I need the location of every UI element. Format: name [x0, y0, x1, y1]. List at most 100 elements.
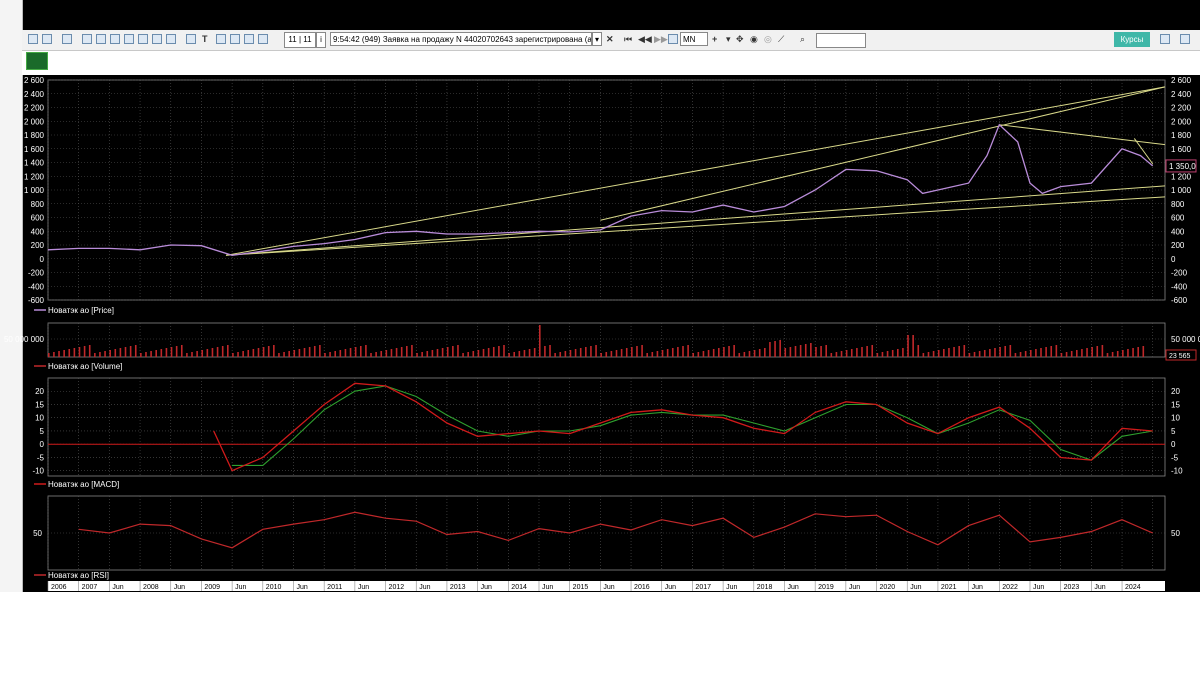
volume-bar — [216, 347, 219, 357]
volume-bar — [554, 353, 556, 357]
volume-bar — [564, 351, 567, 357]
rsi-line — [78, 511, 1153, 549]
volume-bar — [886, 351, 889, 357]
x-axis-label: Jun — [419, 584, 430, 591]
volume-bar — [1060, 353, 1063, 357]
volume-bar — [411, 345, 413, 357]
volume-bar — [406, 346, 408, 357]
rsi-ytick-left: 50 — [33, 529, 42, 538]
volume-bar — [753, 350, 756, 357]
volume-bar — [288, 351, 290, 357]
volume-bar — [329, 352, 331, 357]
volume-bar — [656, 351, 659, 357]
price-legend: Новатэк ао [Price] — [48, 306, 114, 315]
macd-ytick-left: 20 — [35, 387, 44, 396]
volume-bar — [73, 348, 76, 357]
volume-bar — [861, 347, 863, 357]
price-ytick-left: -600 — [28, 296, 45, 305]
volume-bar — [963, 345, 966, 357]
volume-last-value: 23 565 — [1169, 353, 1191, 360]
volume-bar — [395, 348, 398, 357]
volume-bar — [416, 353, 418, 357]
volume-bar — [68, 349, 71, 357]
volume-bar — [671, 348, 674, 357]
volume-bar — [252, 349, 255, 357]
price-ytick-right: 2 200 — [1171, 104, 1192, 113]
volume-bar — [1045, 347, 1047, 357]
volume-bar — [799, 345, 802, 357]
volume-bar — [789, 347, 792, 357]
rsi-ytick-right: 50 — [1171, 529, 1180, 538]
volume-bar — [1127, 349, 1129, 357]
volume-bar — [661, 350, 664, 357]
volume-bar — [278, 353, 280, 357]
volume-bar — [1106, 353, 1109, 357]
volume-bar — [871, 345, 874, 357]
volume-bar — [313, 346, 316, 357]
x-axis-label: Jun — [972, 584, 983, 591]
macd-ytick-left: 5 — [40, 427, 45, 436]
volume-bar — [595, 345, 597, 357]
price-ytick-left: 400 — [31, 227, 45, 236]
volume-bar — [109, 350, 111, 357]
volume-bar — [114, 349, 117, 357]
volume-bar — [948, 348, 950, 357]
volume-bar — [58, 351, 60, 357]
volume-bar — [53, 352, 55, 357]
volume-bar — [1040, 348, 1042, 357]
volume-bar — [441, 348, 444, 357]
volume-bar — [487, 348, 490, 357]
volume-bar — [431, 350, 434, 357]
volume-bar — [845, 350, 848, 357]
volume-bar — [692, 353, 695, 357]
x-axis-label: 2024 — [1125, 584, 1141, 591]
volume-bar — [426, 351, 429, 357]
volume-bar — [436, 349, 439, 357]
volume-bar — [830, 353, 833, 357]
volume-bar — [1076, 350, 1078, 357]
volume-bar — [779, 340, 781, 357]
volume-bar — [585, 347, 587, 357]
x-axis-label: 2011 — [327, 584, 342, 591]
volume-bar — [298, 349, 301, 357]
volume-bar — [712, 349, 715, 357]
volume-bar — [835, 352, 838, 357]
x-axis-label: Jun — [726, 584, 737, 591]
volume-bar — [365, 345, 367, 357]
volume-bar — [1137, 347, 1139, 357]
volume-bar — [978, 351, 981, 357]
volume-bar — [1055, 345, 1058, 357]
volume-bar — [937, 350, 940, 357]
price-ytick-right: 400 — [1171, 227, 1185, 236]
macd-ytick-left: 10 — [35, 414, 44, 423]
volume-bar — [912, 335, 914, 357]
volume-bar — [1024, 351, 1027, 357]
stock-chart[interactable]: 2 600 2 600 2 400 2 400 2 200 2 200 2 000 2 000… — [0, 0, 1200, 592]
macd-ytick-left: 15 — [35, 400, 44, 409]
volume-bar — [134, 345, 137, 357]
volume-bar — [579, 348, 582, 357]
volume-bar — [1101, 345, 1104, 357]
volume-bar — [508, 353, 510, 357]
x-axis-label: 2008 — [143, 584, 159, 591]
x-axis-label: 2018 — [757, 584, 773, 591]
volume-bar — [262, 347, 265, 357]
price-ytick-left: 1 000 — [24, 186, 45, 195]
price-ytick-left: 800 — [31, 200, 45, 209]
volume-bar — [400, 347, 403, 357]
volume-bar — [1142, 346, 1145, 357]
volume-bar — [820, 346, 822, 357]
volume-bar — [850, 349, 853, 357]
x-axis-label: 2013 — [450, 584, 466, 591]
volume-bar — [728, 346, 730, 357]
price-ytick-left: 2 400 — [24, 90, 45, 99]
x-axis-label: Jun — [910, 584, 921, 591]
volume-bar — [1091, 347, 1093, 357]
volume-bar — [876, 353, 879, 357]
volume-bar — [467, 352, 469, 357]
x-axis-label: 2014 — [511, 584, 527, 591]
volume-bar — [891, 350, 894, 357]
volume-bar — [1086, 348, 1088, 357]
volume-bar — [462, 353, 464, 357]
volume-bar — [191, 352, 193, 357]
